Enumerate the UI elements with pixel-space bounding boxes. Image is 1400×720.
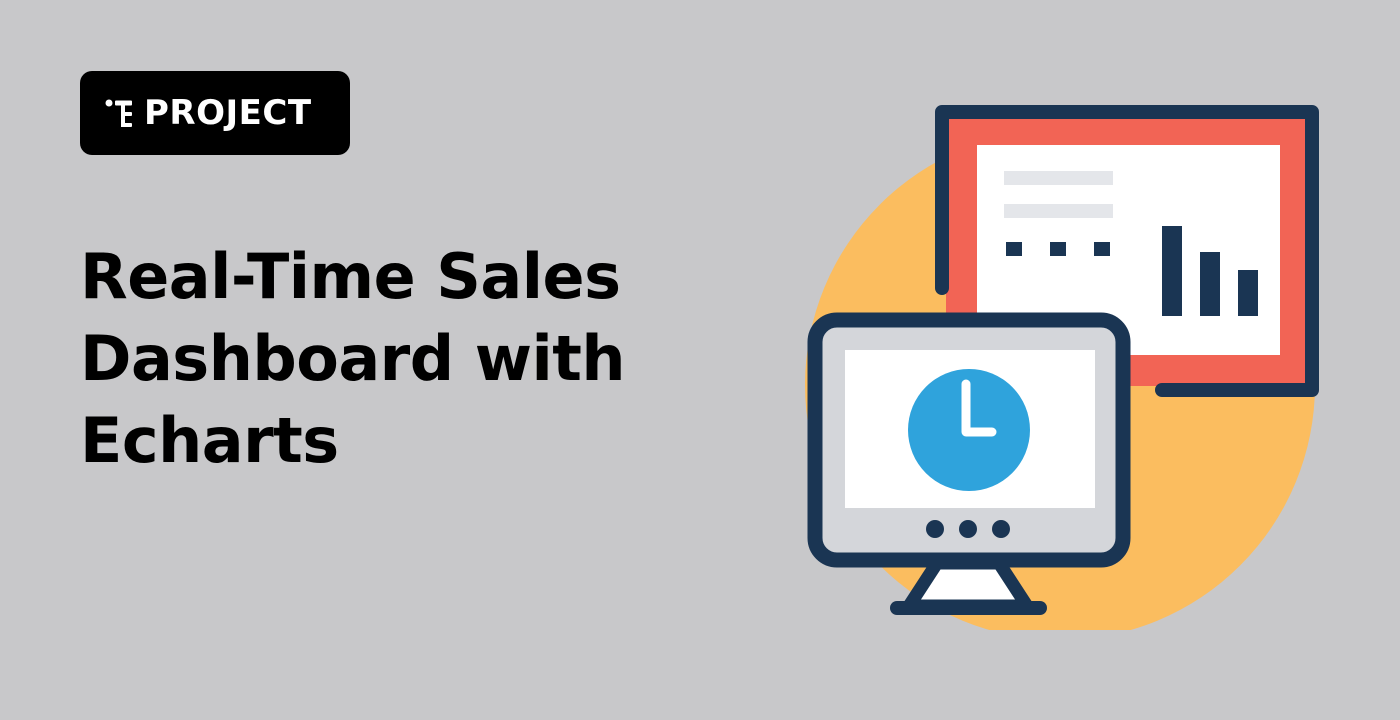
badge-label: PROJECT: [144, 93, 312, 133]
title-line-1: Real-Time Sales: [80, 240, 621, 313]
project-badge: PROJECT: [80, 71, 350, 155]
title-line-2: Dashboard with: [80, 322, 626, 395]
page-title: Real-Time Sales Dashboard with Echarts: [80, 236, 720, 482]
title-line-3: Echarts: [80, 404, 339, 477]
banner-canvas: PROJECT Real-Time Sales Dashboard with E…: [0, 0, 1400, 720]
project-tree-icon: [105, 99, 132, 127]
monitor-icon: [807, 312, 1131, 615]
dashboard-illustration: [805, 105, 1319, 630]
clock-icon: [908, 369, 1030, 491]
